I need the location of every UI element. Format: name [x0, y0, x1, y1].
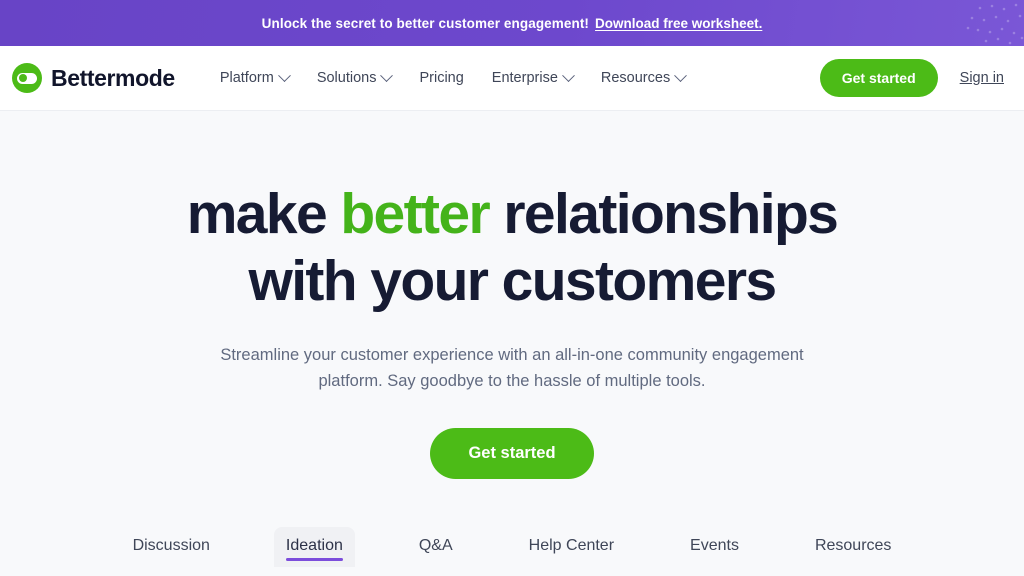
header-actions: Get started Sign in [819, 59, 1004, 97]
hero-get-started-button[interactable]: Get started [430, 427, 594, 479]
hero-title-line2: with your customers [248, 249, 777, 314]
promo-banner-text: Unlock the secret to better customer eng… [261, 15, 590, 31]
promo-banner-link[interactable]: Download free worksheet. [595, 16, 762, 31]
main-navigation: Platform Solutions Pricing Enterprise Re… [219, 68, 688, 86]
sign-in-link[interactable]: Sign in [960, 70, 1004, 86]
chevron-down-icon [380, 68, 394, 82]
chevron-down-icon [277, 68, 291, 82]
nav-item-resources[interactable]: Resources [600, 68, 688, 86]
nav-item-label: Pricing [419, 70, 464, 86]
hero-title-part1: make [186, 182, 341, 246]
landing-page: Unlock the secret to better customer eng… [0, 0, 1024, 576]
hero-title-part2: relationships [489, 182, 839, 246]
tab-help-center[interactable]: Help Center [517, 527, 626, 567]
nav-item-label: Platform [219, 70, 274, 86]
brand-logo[interactable]: Bettermode [12, 63, 175, 93]
nav-item-label: Enterprise [491, 70, 558, 86]
nav-item-platform[interactable]: Platform [219, 68, 291, 86]
hero-title-highlight: better [340, 182, 490, 246]
nav-item-pricing[interactable]: Pricing [419, 70, 463, 86]
chevron-down-icon [674, 68, 688, 82]
nav-item-label: Resources [600, 70, 671, 86]
community-tabs: Discussion Ideation Q&A Help Center Even… [0, 518, 1024, 576]
tab-qa[interactable]: Q&A [407, 527, 465, 567]
chevron-down-icon [562, 68, 575, 82]
tab-resources[interactable]: Resources [803, 527, 903, 567]
tab-discussion[interactable]: Discussion [121, 527, 222, 567]
nav-item-label: Solutions [316, 70, 377, 86]
nav-item-solutions[interactable]: Solutions [316, 68, 394, 86]
nav-item-enterprise[interactable]: Enterprise [491, 68, 575, 86]
page-title: make better relationships with your cust… [186, 181, 839, 316]
site-header: Bettermode Platform Solutions Pricing En… [0, 46, 1024, 111]
tab-ideation[interactable]: Ideation [273, 527, 355, 567]
header-get-started-button[interactable]: Get started [819, 59, 938, 97]
logo-toggle-knob [18, 74, 27, 82]
dot-pattern-icon [966, 3, 1024, 45]
tab-events[interactable]: Events [678, 527, 751, 567]
promo-banner: Unlock the secret to better customer eng… [0, 0, 1024, 46]
brand-name: Bettermode [51, 64, 175, 91]
hero-section: make better relationships with your cust… [0, 111, 1024, 576]
logo-toggle-shape [17, 72, 37, 84]
hero-subtitle: Streamline your customer experience with… [220, 345, 804, 391]
bettermode-toggle-logo-icon [12, 63, 42, 93]
